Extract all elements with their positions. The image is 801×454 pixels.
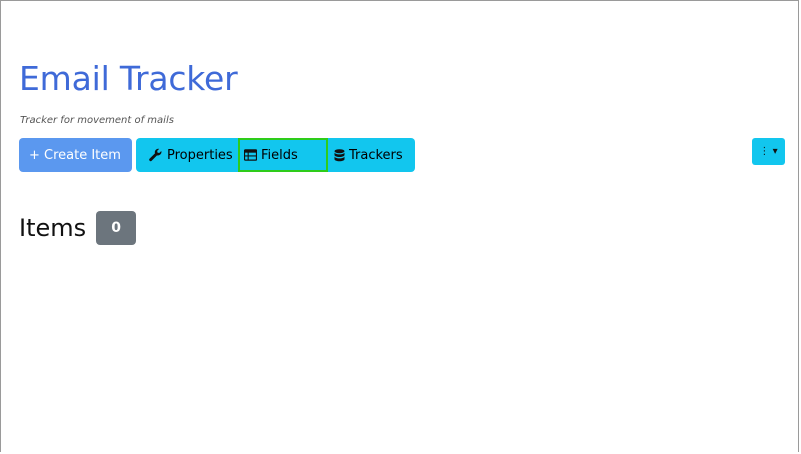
trackers-button[interactable]: Trackers xyxy=(328,138,415,172)
more-options-button[interactable]: ⋮ ▾ xyxy=(752,138,785,165)
items-heading-label: Items xyxy=(19,214,87,242)
kebab-dropdown-icon: ⋮ ▾ xyxy=(759,146,778,157)
database-icon xyxy=(334,148,345,162)
fields-button[interactable]: Fields xyxy=(238,138,328,172)
page-subtitle: Tracker for movement of mails xyxy=(20,115,174,126)
wrench-icon xyxy=(148,148,163,162)
fields-label: Fields xyxy=(261,147,298,163)
nav-button-group: Properties Fields Trackers xyxy=(136,138,415,172)
properties-label: Properties xyxy=(167,147,233,163)
properties-button[interactable]: Properties xyxy=(136,138,238,172)
items-heading: Items 0 xyxy=(19,211,137,245)
table-icon xyxy=(244,149,257,161)
page-title: Email Tracker xyxy=(19,59,238,98)
create-item-label: + Create Item xyxy=(29,147,121,163)
items-count-badge: 0 xyxy=(96,211,137,245)
toolbar: + Create Item Properties Fields Trackers xyxy=(19,138,415,172)
trackers-label: Trackers xyxy=(349,147,403,163)
create-item-button[interactable]: + Create Item xyxy=(19,138,132,172)
